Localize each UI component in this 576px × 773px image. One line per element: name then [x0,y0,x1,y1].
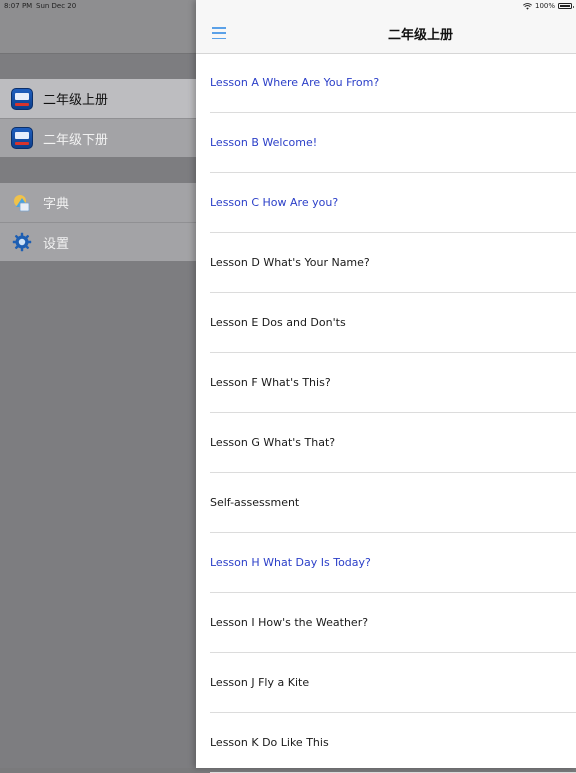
page-title: 二年级上册 [388,28,454,43]
lesson-title: Lesson I How's the Weather? [210,616,369,629]
status-date: Sun Dec 20 [36,2,77,10]
lesson-title: Lesson E Dos and Don'ts [210,316,346,329]
list-item[interactable]: Lesson J Fly a Kite [210,653,576,713]
sidebar-item-grade2-vol1[interactable]: 二年级上册 [0,79,196,118]
lesson-title: Lesson H What Day Is Today? [210,556,371,569]
status-bar: 8:07 PM Sun Dec 20 100% [0,0,576,12]
lesson-title: Lesson G What's That? [210,436,336,449]
main-panel: 二年级上册 Lesson A Where Are You From? Lesso… [196,0,576,773]
textbook-icon [11,127,33,149]
list-item[interactable]: Self-assessment [210,473,576,533]
lesson-title: Lesson K Do Like This [210,736,329,749]
list-item[interactable]: Lesson D What's Your Name? [210,233,576,293]
dictionary-icon [11,192,33,214]
lesson-list: Lesson A Where Are You From? Lesson B We… [196,53,576,773]
sidebar-item-label: 字典 [43,197,70,212]
lesson-title: Lesson F What's This? [210,376,331,389]
list-item[interactable]: Lesson C How Are you? [210,173,576,233]
lesson-title: Lesson J Fly a Kite [210,676,310,689]
gear-icon [11,231,33,253]
sidebar-item-settings[interactable]: 设置 [0,222,196,261]
list-item[interactable]: Lesson H What Day Is Today? [210,533,576,593]
lesson-title: Lesson D What's Your Name? [210,256,370,269]
sidebar-item-grade2-vol2[interactable]: 二年级下册 [0,118,196,157]
battery-percent: 100% [534,2,555,10]
list-item[interactable]: Lesson I How's the Weather? [210,593,576,653]
sidebar-item-label: 二年级下册 [43,132,109,148]
status-right: 100% [523,0,574,12]
list-item[interactable]: Lesson B Welcome! [210,113,576,173]
sidebar-item-label: 二年级上册 [43,93,109,108]
wifi-icon [523,2,532,10]
list-item[interactable]: Lesson G What's That? [210,413,576,473]
lesson-title: Lesson C How Are you? [210,196,339,209]
sidebar-item-dictionary[interactable]: 字典 [0,183,196,222]
sidebar: 二年级上册 二年级下册 字典 设置 [0,0,196,768]
list-item[interactable]: Lesson A Where Are You From? [210,53,576,113]
list-item[interactable]: Lesson F What's This? [210,353,576,413]
lesson-title: Lesson B Welcome! [210,136,318,149]
list-item[interactable]: Lesson K Do Like This [210,713,576,773]
battery-icon [558,3,574,9]
status-time: 8:07 PM [4,2,33,10]
textbook-icon [11,87,33,110]
sidebar-item-label: 设置 [43,236,70,252]
list-item[interactable]: Lesson E Dos and Don'ts [210,293,576,353]
lesson-title: Lesson A Where Are You From? [210,76,380,89]
lesson-title: Self-assessment [210,496,300,509]
